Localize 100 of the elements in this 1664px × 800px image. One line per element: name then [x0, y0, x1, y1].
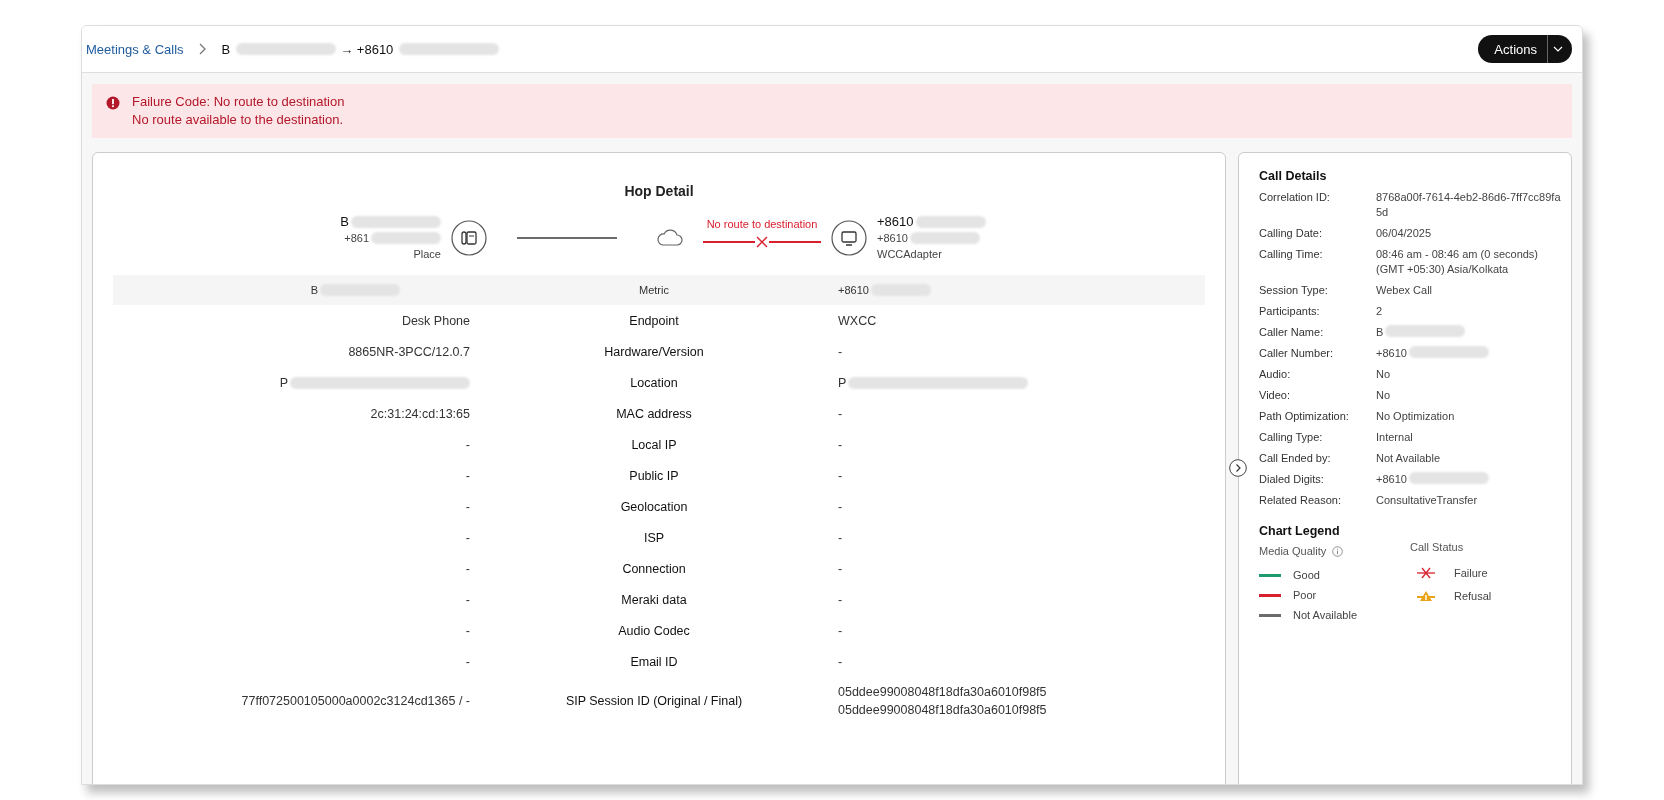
endpoint-type: WCCAdapter [877, 247, 942, 262]
column-header: B [310, 284, 318, 296]
detail-value: Not Available [1376, 451, 1440, 466]
detail-label: Caller Name: [1259, 325, 1325, 340]
table-cell-text: - [465, 529, 470, 547]
detail-label: Dialed Digits: [1259, 472, 1325, 487]
endpoint-type: Place [413, 247, 441, 262]
actions-dropdown-button[interactable] [1548, 35, 1572, 63]
detail-value: 06/04/2025 [1376, 226, 1432, 241]
detail-label: Participants: [1259, 304, 1321, 319]
table-cell-text: - [838, 436, 843, 454]
metric-label: Audio Codec [618, 623, 690, 638]
metric-label: Public IP [629, 468, 679, 483]
alert-title: Failure Code: No route to destination [132, 93, 345, 111]
legend-label: Failure [1454, 566, 1488, 579]
section-title: Chart Legend [1259, 524, 1341, 538]
detail-value: ConsultativeTransfer [1376, 493, 1478, 508]
metric-label: Geolocation [620, 499, 688, 514]
cloud-icon [657, 229, 683, 247]
refusal-icon [1416, 589, 1436, 602]
detail-label: Path Optimization: [1259, 409, 1350, 424]
table-cell-text: - [838, 343, 843, 361]
metric-label: ISP [643, 530, 665, 545]
endpoint-name: +8610 [877, 214, 914, 230]
detail-label: Audio: [1259, 367, 1292, 382]
failure-icon [1416, 566, 1436, 579]
metric-label: Endpoint [629, 313, 679, 328]
expand-toggle-icon[interactable] [1229, 459, 1247, 477]
table-cell-text: 8865NR-3PCC/12.0.7 [348, 343, 470, 361]
table-cell-text: - [838, 467, 843, 485]
table-cell-text: - [838, 529, 843, 547]
detail-value: +8610 [1376, 472, 1407, 487]
legend-heading: Media Quality [1259, 545, 1327, 557]
legend-label: Not Available [1293, 609, 1357, 621]
column-header: Metric [639, 284, 669, 296]
table-cell-text: - [838, 622, 843, 640]
detail-value: No [1376, 367, 1391, 382]
table-cell-text: - [838, 653, 843, 671]
column-header: +8610 [838, 284, 869, 296]
legend-heading: Call Status [1410, 541, 1464, 553]
detail-label: Video: [1259, 388, 1291, 403]
table-cell-text: Desk Phone [401, 312, 470, 330]
table-cell-text: 2c:31:24:cd:13:65 [370, 405, 470, 423]
section-title: Call Details [1259, 169, 1328, 183]
detail-value: Internal [1376, 430, 1413, 445]
legend-label: Refusal [1454, 589, 1492, 602]
metric-label: Local IP [631, 437, 677, 452]
detail-label: Related Reason: [1259, 493, 1342, 508]
table-cell-text: - [465, 467, 470, 485]
table-cell-text: - [465, 622, 470, 640]
metric-label: Location [630, 375, 678, 390]
table-cell-text: - [465, 591, 470, 609]
detail-label: Correlation ID: [1259, 190, 1331, 205]
detail-value: No [1376, 388, 1391, 403]
detail-value: 8768a00f-7614-4eb2-86d6-7ff7cc89fa5d [1376, 190, 1561, 220]
breadcrumb-item: B [221, 41, 231, 57]
metric-label: Email ID [630, 654, 678, 669]
breadcrumb-link[interactable]: Meetings & Calls [86, 41, 184, 57]
metric-label: Connection [622, 561, 686, 576]
metric-label: Hardware/Version [604, 344, 704, 359]
detail-value: Webex Call [1376, 283, 1433, 298]
table-cell-text: P [838, 374, 847, 392]
table-cell-text: P [279, 374, 288, 392]
legend-label: Poor [1293, 589, 1317, 601]
detail-label: Session Type: [1259, 283, 1329, 298]
detail-value: No Optimization [1376, 409, 1455, 424]
endpoint-name: B [340, 214, 349, 230]
detail-label: Calling Time: [1259, 247, 1324, 262]
table-cell-text: - [838, 560, 843, 578]
table-cell-text: - [465, 560, 470, 578]
redaction-blur [909, 232, 980, 244]
caret-icon [1553, 46, 1563, 52]
redaction-blur [371, 232, 441, 244]
desk-phone-icon [451, 220, 487, 256]
panel-title: Hop Detail [623, 183, 695, 199]
metric-label: MAC address [616, 406, 692, 421]
monitor-icon [831, 220, 867, 256]
metric-label: SIP Session ID (Original / Final) [565, 694, 743, 708]
table-cell-text: 05ddee99008048f18dfa30a6010f98f5 05ddee99008048f18dfa30a6010f98f5 [838, 684, 1047, 719]
actions-button[interactable]: Actions [1478, 35, 1548, 63]
table-cell-text: - [465, 436, 470, 454]
alert-message: No route available to the destination. [132, 111, 345, 129]
error-icon [106, 96, 120, 110]
metric-label: Meraki data [621, 592, 687, 607]
table-cell-text: - [838, 498, 843, 516]
endpoint-number: +8610 [877, 231, 908, 246]
link-status-label: No route to destination [706, 218, 818, 230]
detail-label: Caller Number: [1259, 346, 1334, 361]
table-cell-text: - [838, 405, 843, 423]
table-cell-text: WXCC [838, 312, 877, 330]
detail-value: 08:46 am - 08:46 am (0 seconds) (GMT +05:30) Asia/Kolkata [1376, 247, 1539, 277]
detail-label: Calling Date: [1259, 226, 1323, 241]
chevron-right-icon [197, 43, 206, 55]
detail-label: Calling Type: [1259, 430, 1324, 445]
endpoint-number: +861 [344, 231, 369, 246]
table-cell-text: - [465, 498, 470, 516]
detail-value: 2 [1376, 304, 1383, 319]
legend-label: Good [1293, 569, 1320, 581]
detail-value: B [1376, 325, 1384, 340]
detail-label: Call Ended by: [1259, 451, 1332, 466]
